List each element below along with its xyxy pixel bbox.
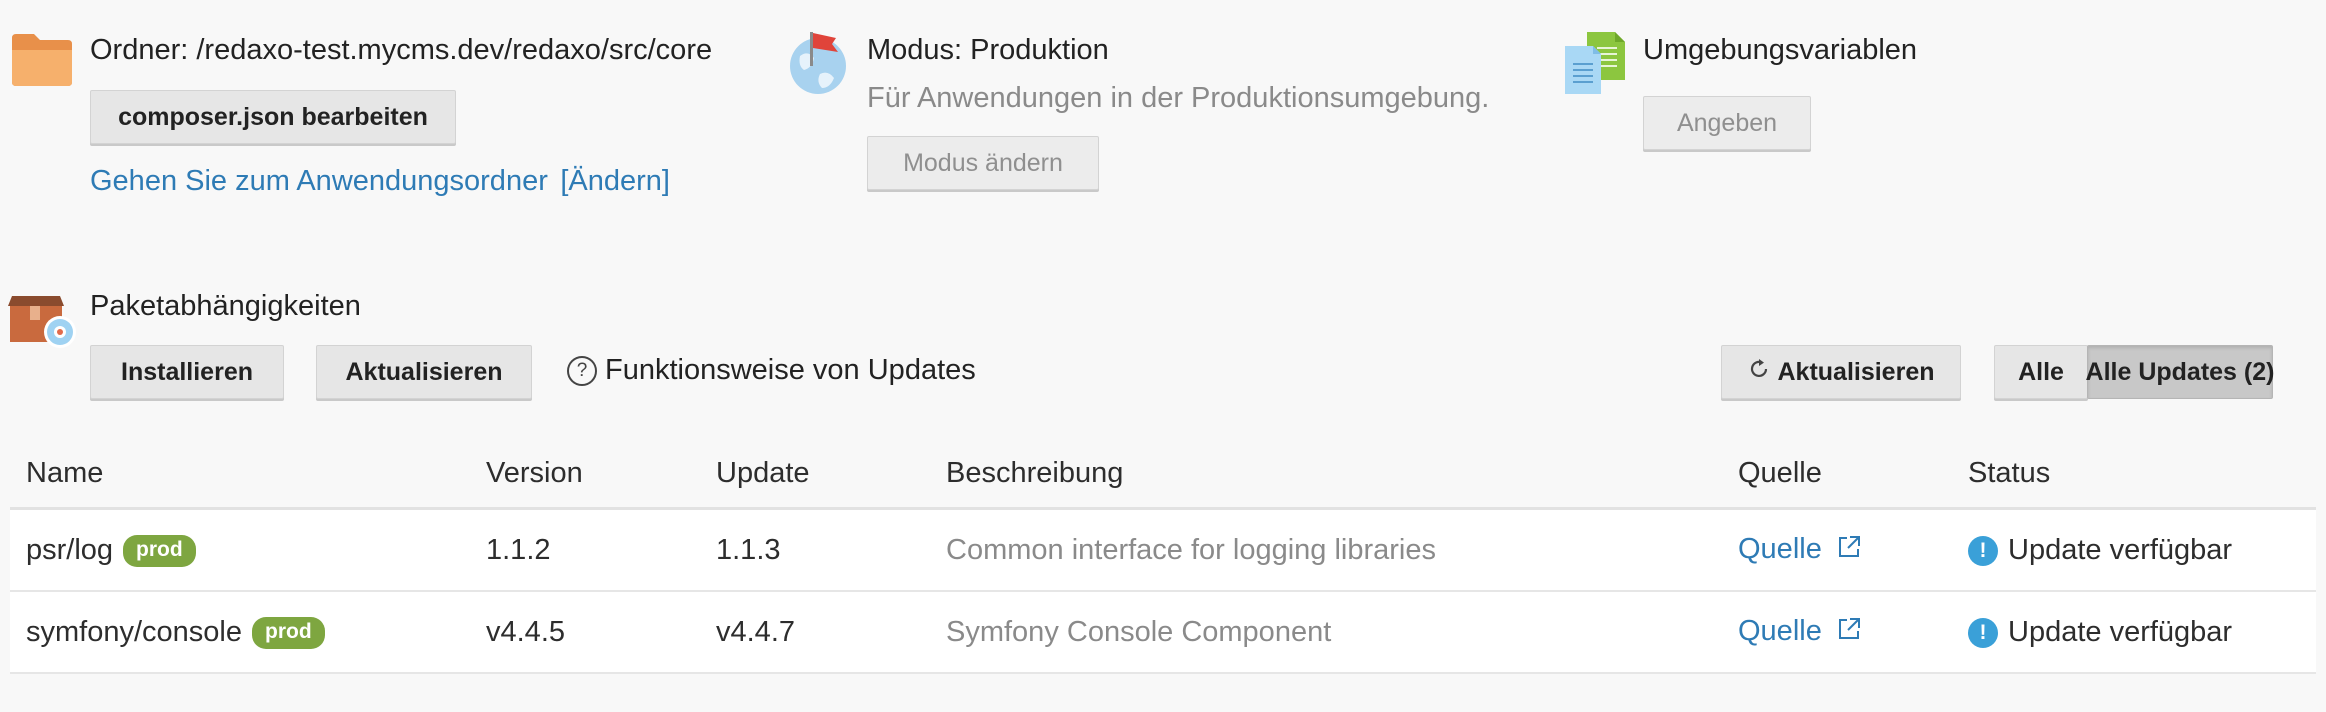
- source-link[interactable]: Quelle: [1738, 615, 1862, 647]
- source-link[interactable]: Quelle: [1738, 533, 1862, 565]
- version-cell: 1.1.2: [470, 508, 700, 592]
- update-button[interactable]: Aktualisieren: [316, 345, 532, 399]
- package-name: psr/log: [26, 533, 114, 566]
- question-icon: ?: [567, 356, 597, 386]
- change-folder-link[interactable]: [Ändern]: [560, 165, 670, 197]
- globe-flag-icon: [786, 30, 852, 96]
- refresh-icon: [1747, 357, 1771, 388]
- update-cell: 1.1.3: [700, 508, 930, 592]
- status-text: Update verfügbar: [2008, 615, 2233, 648]
- prod-badge: prod: [123, 534, 196, 567]
- description-cell: Symfony Console Component: [930, 591, 1722, 674]
- table-header-row: Name Version Update Beschreibung Quelle …: [10, 440, 2316, 510]
- external-link-icon: [1836, 616, 1862, 650]
- filter-updates-button[interactable]: Alle Updates (2): [2086, 345, 2274, 399]
- packages-title: Paketabhängigkeiten: [90, 290, 361, 322]
- package-name-cell: symfony/console prod: [10, 591, 470, 674]
- table-row: symfony/console prod v4.4.5 v4.4.7 Symfon…: [10, 591, 2316, 674]
- version-cell: v4.4.5: [470, 591, 700, 674]
- column-header-source: Quelle: [1722, 440, 1952, 510]
- refresh-label: Aktualisieren: [1777, 357, 1935, 386]
- source-cell: Quelle: [1722, 591, 1952, 674]
- install-button[interactable]: Installieren: [90, 345, 284, 399]
- package-name-cell: psr/log prod: [10, 508, 470, 592]
- column-header-description: Beschreibung: [930, 440, 1722, 510]
- column-header-update: Update: [700, 440, 930, 510]
- description-cell: Common interface for logging libraries: [930, 508, 1722, 592]
- dependencies-table: Name Version Update Beschreibung Quelle …: [10, 440, 2316, 674]
- folder-title: Ordner: /redaxo-test.mycms.dev/redaxo/sr…: [90, 34, 713, 66]
- info-icon: !: [1968, 535, 1998, 566]
- column-header-version: Version: [470, 440, 700, 510]
- update-cell: v4.4.7: [700, 591, 930, 674]
- column-header-status: Status: [1952, 440, 2316, 510]
- package-box-icon: [8, 286, 78, 354]
- goto-app-folder-link[interactable]: Gehen Sie zum Anwendungsordner: [90, 165, 548, 197]
- mode-description: Für Anwendungen in der Produktionsumgebu…: [867, 82, 1490, 114]
- mode-title: Modus: Produktion: [867, 34, 1109, 66]
- table-row: psr/log prod 1.1.2 1.1.3 Common interface…: [10, 508, 2316, 592]
- filter-all-button[interactable]: Alle: [1994, 345, 2088, 399]
- refresh-button[interactable]: Aktualisieren: [1721, 345, 1961, 399]
- package-name: symfony/console: [26, 615, 242, 648]
- set-env-button[interactable]: Angeben: [1643, 96, 1811, 150]
- change-mode-button[interactable]: Modus ändern: [867, 136, 1099, 190]
- column-header-name: Name: [10, 440, 470, 510]
- status-cell: ! Update verfügbar: [1952, 591, 2316, 674]
- external-link-icon: [1836, 534, 1862, 568]
- updates-help-text: Funktionsweise von Updates: [605, 354, 976, 386]
- status-cell: ! Update verfügbar: [1952, 508, 2316, 592]
- env-title: Umgebungsvariablen: [1643, 34, 1918, 66]
- info-icon: !: [1968, 617, 1998, 648]
- status-text: Update verfügbar: [2008, 533, 2233, 566]
- edit-composer-button[interactable]: composer.json bearbeiten: [90, 90, 456, 144]
- folder-icon: [10, 30, 74, 88]
- source-cell: Quelle: [1722, 508, 1952, 592]
- updates-help-link[interactable]: ? Funktionsweise von Updates: [567, 354, 976, 387]
- prod-badge: prod: [252, 616, 325, 649]
- env-documents-icon: [1563, 30, 1629, 98]
